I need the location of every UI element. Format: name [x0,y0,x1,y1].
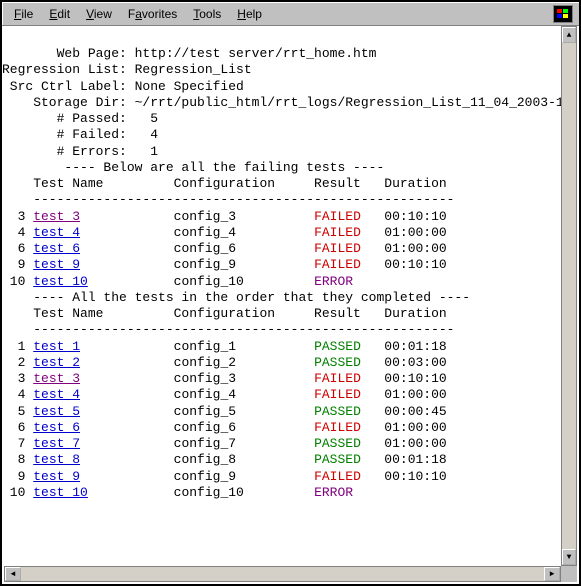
text-line: Test Name Configuration Result Duration [2,176,561,192]
test-link[interactable]: test_10 [33,274,88,289]
test-link[interactable]: test_2 [33,355,80,370]
result-value: PASSED [314,355,384,370]
test-link[interactable]: test_7 [33,436,80,451]
text-line: 9 test_9 config_9 FAILED 00:10:10 [2,469,561,485]
test-link[interactable]: test_4 [33,225,80,240]
text-line: 4 test_4 config_4 FAILED 01:00:00 [2,387,561,403]
result-value: PASSED [314,339,384,354]
text-line: 5 test_5 config_5 PASSED 00:00:45 [2,404,561,420]
test-link[interactable]: test_3 [33,371,80,386]
text-line: Regression List: Regression_List [2,62,561,78]
text-line: 10 test_10 config_10 ERROR [2,274,561,290]
test-link[interactable]: test_1 [33,339,80,354]
scroll-up-icon[interactable]: ▲ [562,27,576,43]
test-link[interactable]: test_6 [33,420,80,435]
scroll-left-icon[interactable]: ◄ [5,567,21,581]
test-link[interactable]: test_4 [33,387,80,402]
text-line: 3 test_3 config_3 FAILED 00:10:10 [2,209,561,225]
menu-view[interactable]: View [78,5,120,23]
text-line: Test Name Configuration Result Duration [2,306,561,322]
text-line: 8 test_8 config_8 PASSED 00:01:18 [2,452,561,468]
result-value: ERROR [314,485,384,500]
text-line: 10 test_10 config_10 ERROR [2,485,561,501]
text-line: 2 test_2 config_2 PASSED 00:03:00 [2,355,561,371]
text-line: 4 test_4 config_4 FAILED 01:00:00 [2,225,561,241]
text-line: # Failed: 4 [2,127,561,143]
horizontal-scrollbar[interactable]: ◄ ► [4,566,561,582]
text-line: 1 test_1 config_1 PASSED 00:01:18 [2,339,561,355]
text-line: Storage Dir: ~/rrt/public_html/rrt_logs/… [2,95,561,111]
result-value: FAILED [314,225,384,240]
page-content: Web Page: http://test server/rrt_home.ht… [2,26,561,566]
scroll-right-icon[interactable]: ► [544,567,560,581]
text-line: ----------------------------------------… [2,192,561,208]
scroll-corner [561,566,577,582]
menu-favorites[interactable]: Favorites [120,5,185,23]
test-link[interactable]: test_6 [33,241,80,256]
test-link[interactable]: test_9 [33,469,80,484]
text-line: 6 test_6 config_6 FAILED 01:00:00 [2,420,561,436]
test-link[interactable]: test_9 [33,257,80,272]
text-line: ---- All the tests in the order that the… [2,290,561,306]
menu-bar: File Edit View Favorites Tools Help [2,2,579,26]
menu-help[interactable]: Help [229,5,270,23]
test-link[interactable]: test_10 [33,485,88,500]
result-value: ERROR [314,274,384,289]
result-value: FAILED [314,257,384,272]
windows-logo-icon [553,5,573,23]
result-value: FAILED [314,387,384,402]
text-line: Src Ctrl Label: None Specified [2,79,561,95]
result-value: FAILED [314,371,384,386]
result-value: FAILED [314,209,384,224]
vertical-scrollbar[interactable]: ▲ ▼ [561,26,577,566]
text-line: # Passed: 5 [2,111,561,127]
test-link[interactable]: test_3 [33,209,80,224]
result-value: PASSED [314,436,384,451]
text-line: ---- Below are all the failing tests ---… [2,160,561,176]
text-line: 3 test_3 config_3 FAILED 00:10:10 [2,371,561,387]
result-value: PASSED [314,404,384,419]
result-value: PASSED [314,452,384,467]
text-line: 7 test_7 config_7 PASSED 01:00:00 [2,436,561,452]
text-line: 9 test_9 config_9 FAILED 00:10:10 [2,257,561,273]
result-value: FAILED [314,420,384,435]
result-value: FAILED [314,241,384,256]
scroll-down-icon[interactable]: ▼ [562,549,576,565]
text-line: # Errors: 1 [2,144,561,160]
menu-file[interactable]: File [6,5,41,23]
menu-tools[interactable]: Tools [185,5,229,23]
text-line: 6 test_6 config_6 FAILED 01:00:00 [2,241,561,257]
test-link[interactable]: test_5 [33,404,80,419]
text-line: ----------------------------------------… [2,322,561,338]
menu-edit[interactable]: Edit [41,5,78,23]
result-value: FAILED [314,469,384,484]
text-line: Web Page: http://test server/rrt_home.ht… [2,46,561,62]
test-link[interactable]: test_8 [33,452,80,467]
